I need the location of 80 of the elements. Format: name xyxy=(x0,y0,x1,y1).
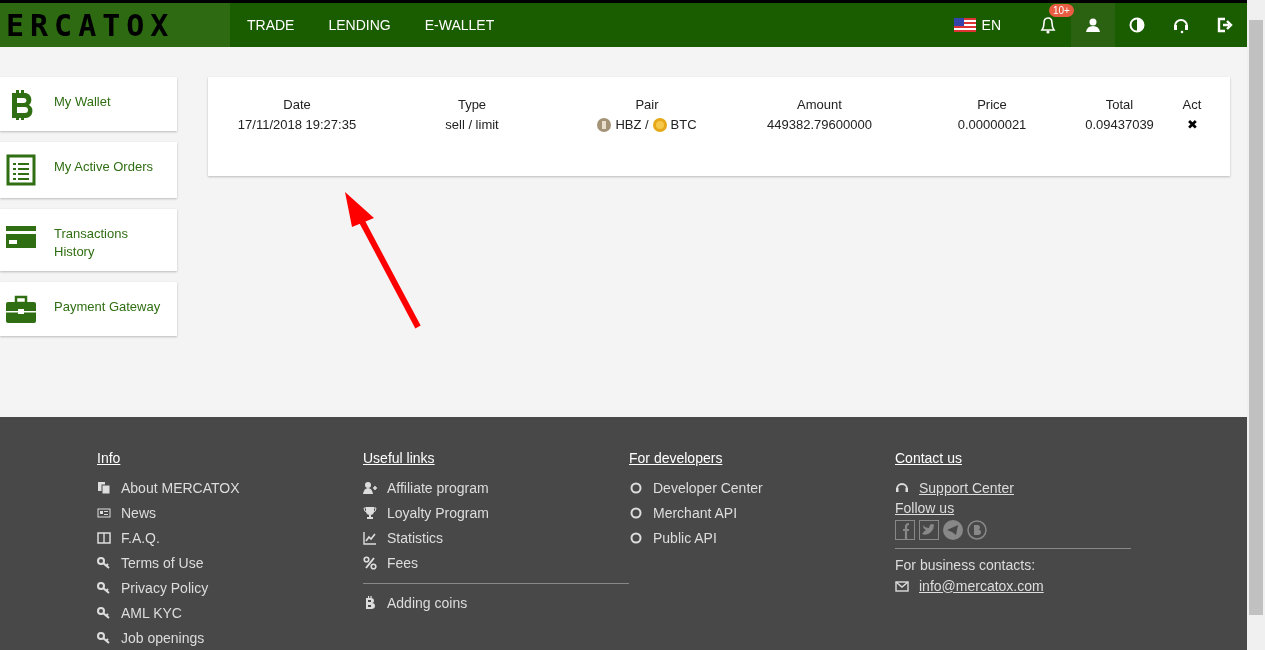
table-cell: 0.00000021 xyxy=(957,117,1027,132)
contrast-icon xyxy=(1129,17,1145,33)
circle-icon xyxy=(629,480,643,495)
key-icon xyxy=(97,630,111,645)
footer-link[interactable]: Adding coins xyxy=(363,583,629,615)
key-icon xyxy=(97,605,111,620)
footer-heading: Useful links xyxy=(363,450,435,466)
footer-link[interactable]: Terms of Use xyxy=(97,550,204,575)
footer-link[interactable]: Statistics xyxy=(363,525,443,550)
footer-link[interactable]: F.A.Q. xyxy=(97,525,160,550)
headset-icon xyxy=(895,480,909,495)
table-cell: 449382.79600000 xyxy=(767,117,872,132)
column-header: Price xyxy=(977,97,1007,112)
bitcoin-icon[interactable] xyxy=(967,520,987,540)
column-header: Date xyxy=(283,97,311,112)
bitcoin-coin-icon xyxy=(652,117,667,132)
nav-link[interactable]: LENDING xyxy=(328,17,391,33)
bitcoin-icon xyxy=(363,595,377,610)
table-cell: 17/11/2018 19:27:35 xyxy=(237,117,357,132)
column-header: Pair xyxy=(635,97,659,112)
headset-icon xyxy=(1172,16,1190,34)
support-link[interactable]: Support Center xyxy=(919,479,1014,496)
logout-icon xyxy=(1216,17,1234,33)
footer-link[interactable]: Merchant API xyxy=(629,500,738,525)
table-cell: sell / limit xyxy=(445,117,499,132)
table-cell: 0.09437039 xyxy=(1085,117,1154,132)
footer-link[interactable]: Public API xyxy=(629,525,717,550)
user-button[interactable] xyxy=(1071,3,1115,47)
notification-badge: 10+ xyxy=(1049,4,1074,17)
footer-heading: For developers xyxy=(629,450,723,466)
cancel-button[interactable]: ✖ xyxy=(1186,117,1198,132)
follow-link[interactable]: Follow us xyxy=(895,500,955,516)
telegram-icon[interactable] xyxy=(943,520,963,540)
footer-link[interactable]: Affiliate program xyxy=(363,475,489,500)
add-user-icon xyxy=(363,480,377,495)
column-header: Type xyxy=(457,97,487,112)
list-icon xyxy=(5,154,37,186)
trophy-icon xyxy=(363,505,377,520)
sidebar-item[interactable]: Transactions History xyxy=(0,209,177,271)
footer-link[interactable]: AML KYC xyxy=(97,600,182,625)
nav-link[interactable]: E-WALLET xyxy=(424,17,495,33)
sidebar-item[interactable]: My Wallet xyxy=(0,77,177,131)
envelope-icon xyxy=(895,578,909,593)
flag-icon xyxy=(953,18,976,32)
twitter-icon[interactable] xyxy=(919,520,939,540)
footer-link[interactable]: Developer Center xyxy=(629,475,763,500)
columns-icon xyxy=(97,530,111,545)
footer-link[interactable]: Privacy Policy xyxy=(97,575,209,600)
scrollbar[interactable] xyxy=(1247,0,1265,650)
email-link[interactable]: info@mercatox.com xyxy=(919,577,1044,594)
sidebar-item[interactable]: My Active Orders xyxy=(0,142,177,198)
footer-link[interactable]: Loyalty Program xyxy=(363,500,489,525)
column-header: Amount xyxy=(797,97,842,112)
nav-link[interactable]: TRADE xyxy=(247,17,295,33)
coin-icon xyxy=(597,117,612,132)
column-header: Total xyxy=(1105,97,1134,112)
footer-link[interactable]: News xyxy=(97,500,156,525)
table-cell: BTC xyxy=(670,117,697,132)
user-icon xyxy=(1085,17,1101,33)
language-button[interactable]: EN xyxy=(947,16,1007,34)
facebook-icon[interactable] xyxy=(895,520,915,540)
table-cell: HBZ / xyxy=(615,117,649,132)
footer-heading: Contact us xyxy=(895,450,962,466)
key-icon xyxy=(97,555,111,570)
key-icon xyxy=(97,580,111,595)
newspaper-icon xyxy=(97,505,111,520)
sidebar-item[interactable]: Payment Gateway xyxy=(0,282,177,336)
bell-icon[interactable] xyxy=(1038,15,1058,35)
footer-link[interactable]: Job openings xyxy=(97,625,205,650)
business-contacts-label: For business contacts: xyxy=(895,557,1036,573)
briefcase-icon xyxy=(5,294,37,326)
percent-icon xyxy=(363,555,377,570)
documents-icon xyxy=(97,480,111,495)
footer-link[interactable]: About MERCATOX xyxy=(97,475,240,500)
column-header: Act xyxy=(1182,97,1202,112)
footer-heading: Info xyxy=(97,450,121,466)
line-chart-icon xyxy=(363,530,377,545)
footer-link[interactable]: Fees xyxy=(363,550,419,575)
circle-icon xyxy=(629,530,643,545)
circle-icon xyxy=(629,505,643,520)
